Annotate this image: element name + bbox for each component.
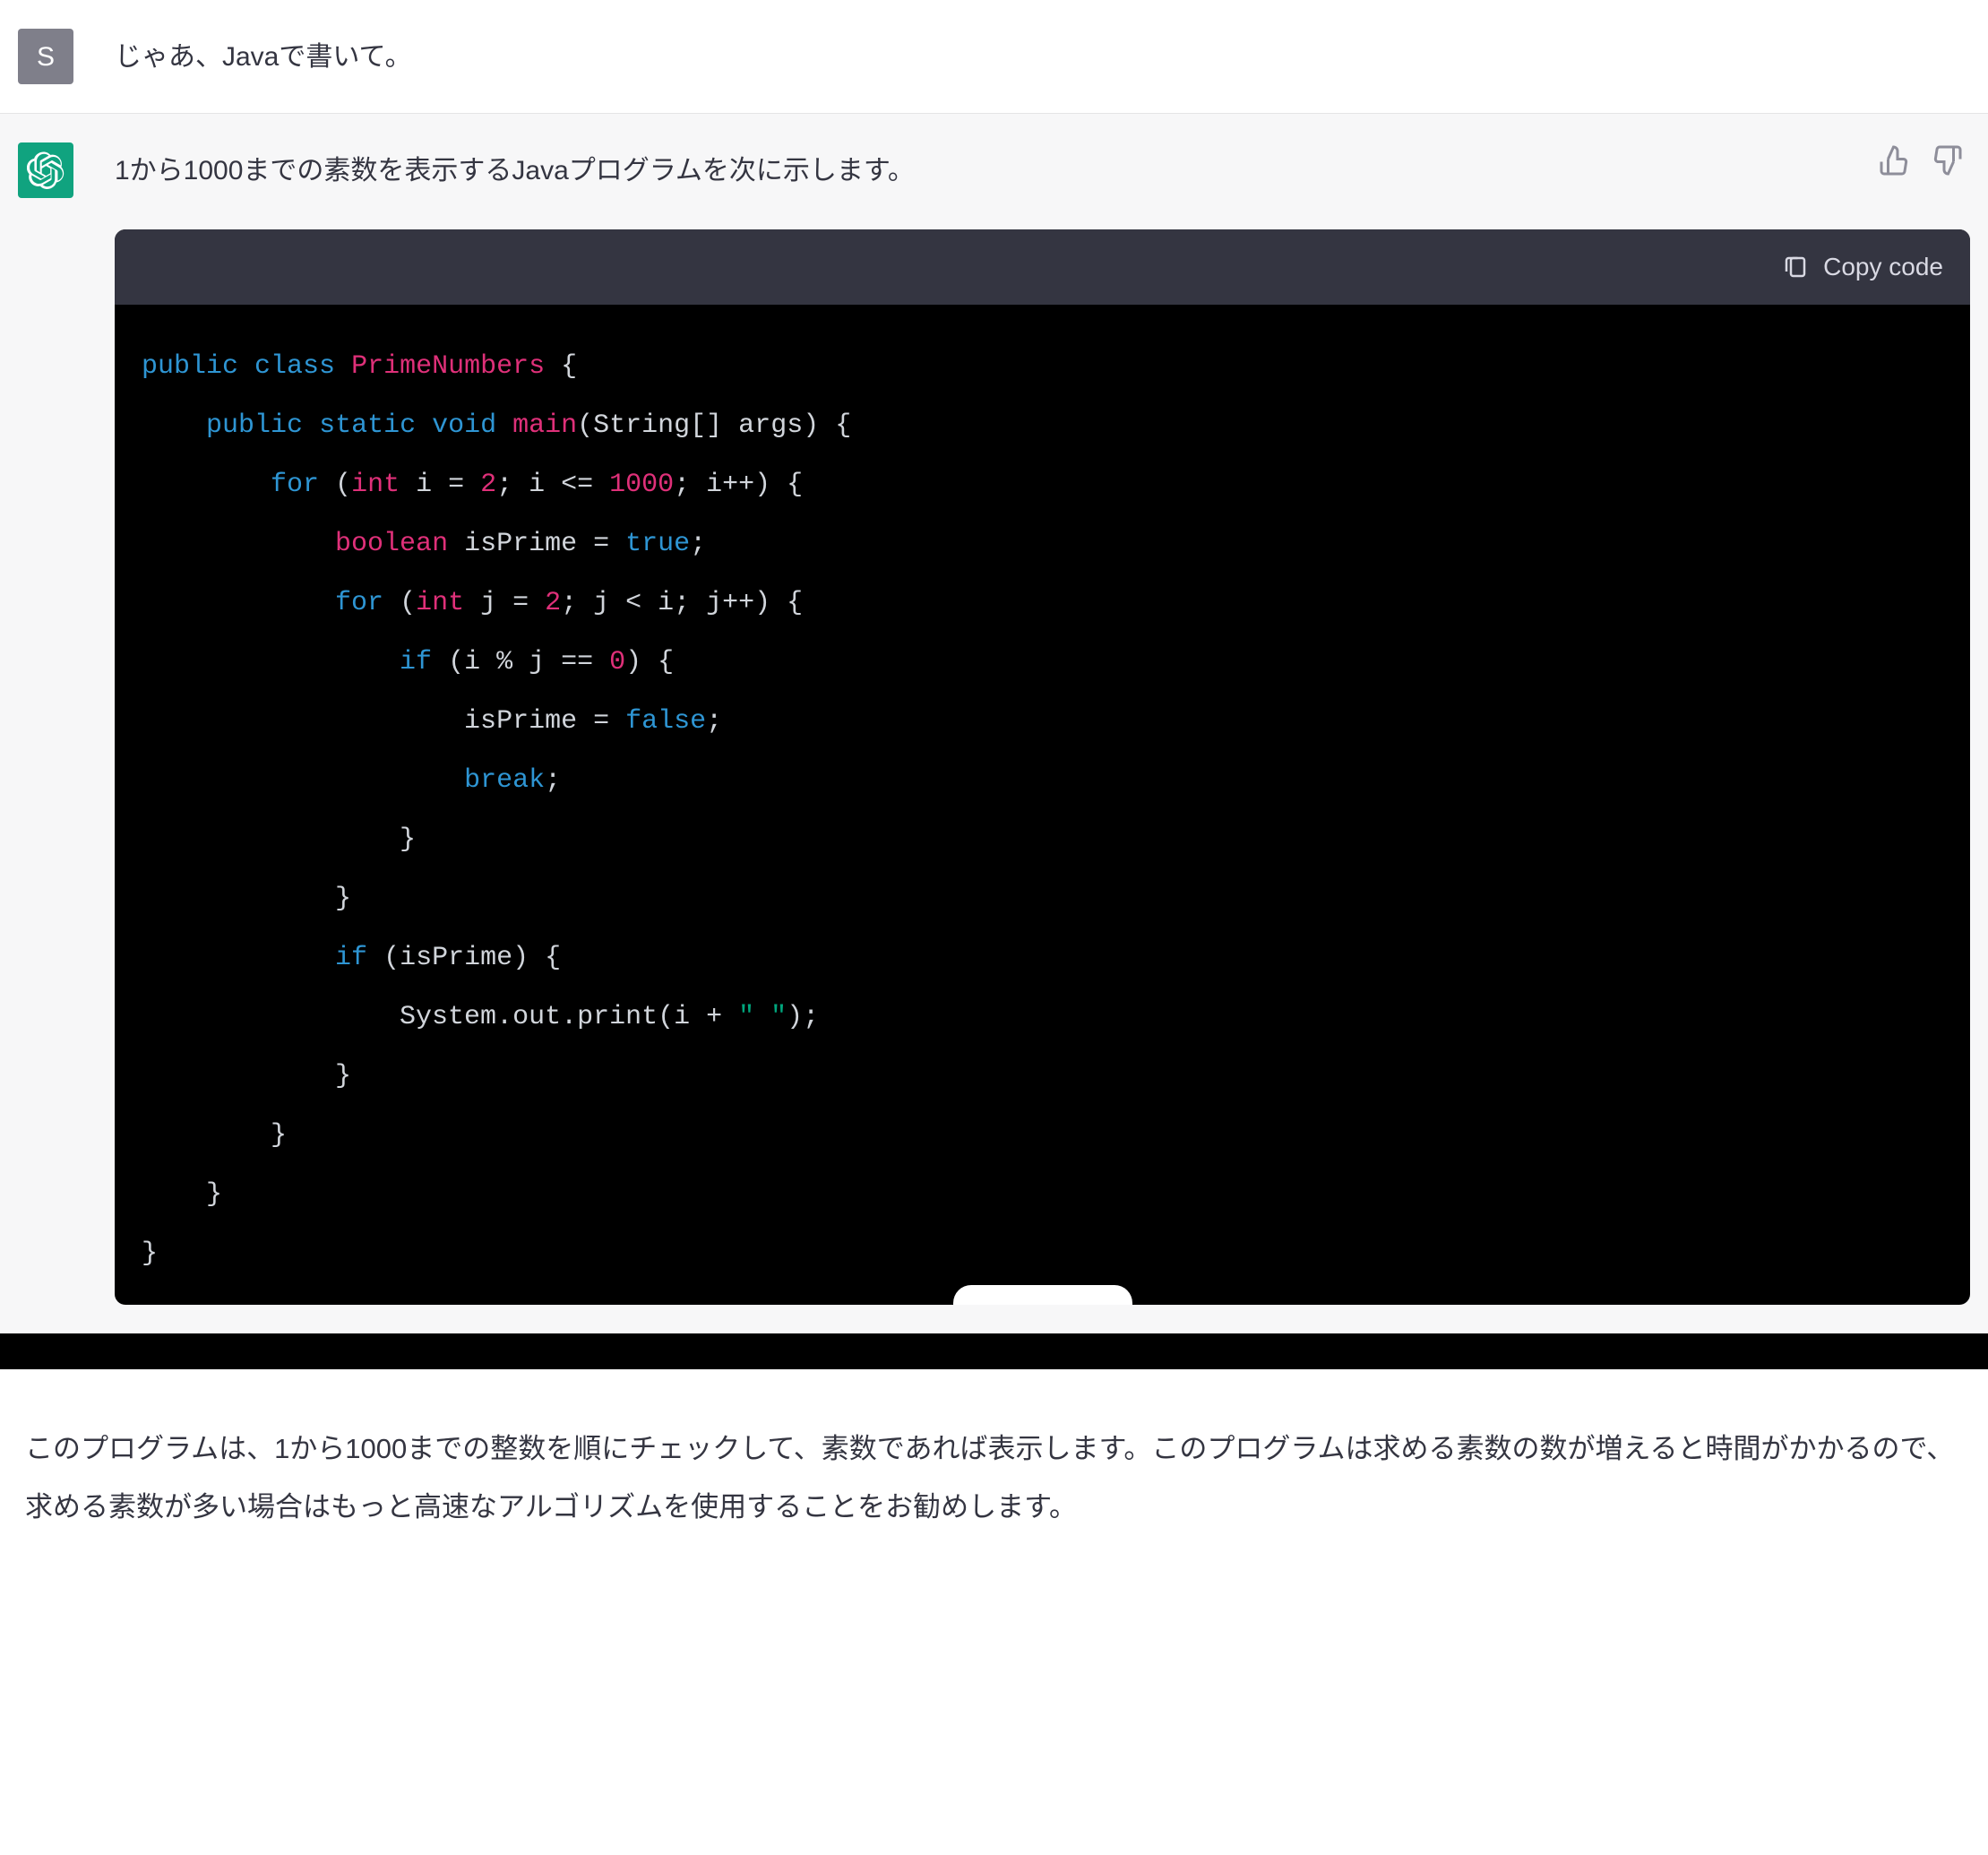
thumbs-up-icon: [1879, 144, 1911, 177]
thumbs-down-icon: [1931, 144, 1963, 177]
code-header: Copy code: [115, 229, 1970, 305]
user-message: S じゃあ、Javaで書いて。: [0, 0, 1988, 114]
assistant-avatar: [18, 142, 73, 198]
copy-code-button[interactable]: Copy code: [1782, 246, 1943, 289]
thumbs-up-button[interactable]: [1877, 142, 1913, 178]
assistant-explanation: このプログラムは、1から1000までの整数を順にチェックして、素数であれば表示し…: [0, 1369, 1988, 1586]
openai-logo-icon: [27, 151, 65, 189]
user-avatar-letter: S: [37, 34, 55, 80]
copy-code-label: Copy code: [1823, 246, 1943, 289]
assistant-intro-text: 1から1000までの素数を表示するJavaプログラムを次に示します。: [115, 148, 1970, 194]
user-message-content: じゃあ、Javaで書いて。: [115, 29, 1970, 84]
code-block-handle: [953, 1285, 1132, 1305]
code-block: Copy code public class PrimeNumbers { pu…: [115, 229, 1970, 1305]
code-body: public class PrimeNumbers { public stati…: [115, 305, 1970, 1305]
thumbs-down-button[interactable]: [1929, 142, 1965, 178]
feedback-controls: [1877, 142, 1965, 178]
code-content: public class PrimeNumbers { public stati…: [142, 337, 1943, 1283]
assistant-message: 1から1000までの素数を表示するJavaプログラムを次に示します。: [0, 114, 1988, 1333]
user-avatar: S: [18, 29, 73, 84]
clipboard-icon: [1782, 254, 1809, 280]
divider-bar: [0, 1333, 1988, 1369]
